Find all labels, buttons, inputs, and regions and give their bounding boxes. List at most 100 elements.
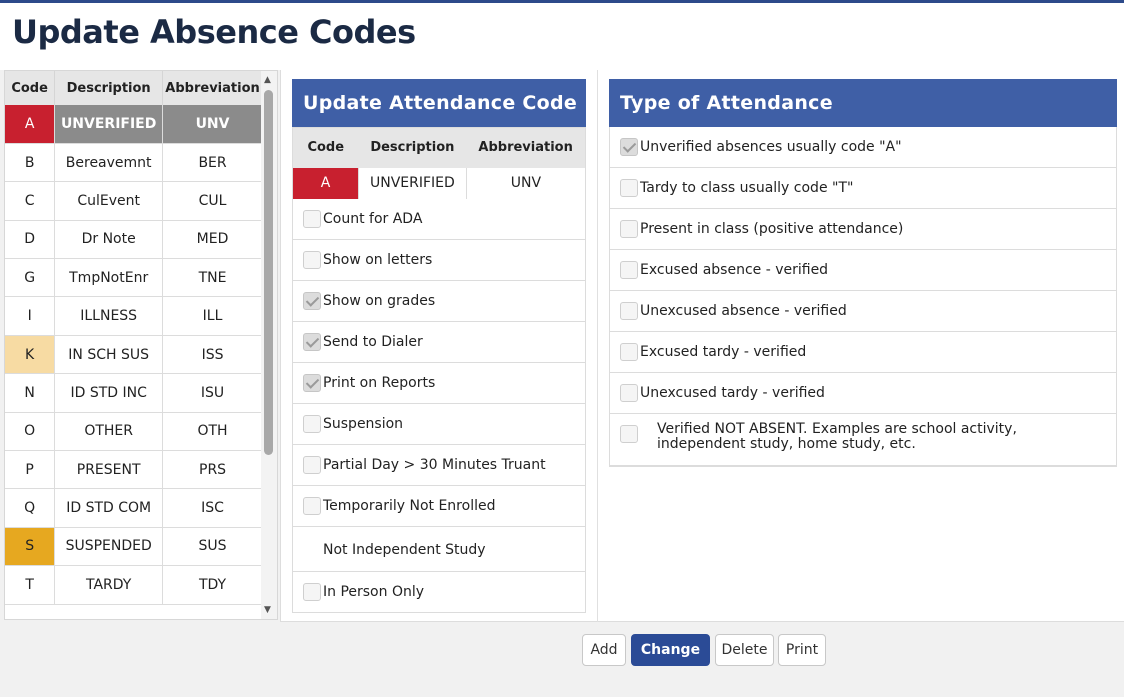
option-checkbox[interactable] [303,497,321,515]
type-panel-title: Type of Attendance [609,79,1117,127]
option-label: Not Independent Study [323,542,486,558]
column-header-abbreviation[interactable]: Abbreviation [162,71,263,105]
option-checkbox[interactable] [303,415,321,433]
attendance-type-checkbox[interactable] [620,302,638,320]
row-description: ID STD COM [54,488,164,528]
table-row[interactable]: B Bereavemnt BER [5,143,263,183]
table-row[interactable]: K IN SCH SUS ISS [5,335,263,375]
option-checkbox[interactable] [303,251,321,269]
attendance-type-label: Verified NOT ABSENT. Examples are school… [657,421,1017,452]
attendance-type-row[interactable]: Unexcused absence - verified [610,291,1116,332]
list-scrollbar[interactable]: ▲ ▼ [261,71,277,619]
row-abbreviation: TDY [162,565,263,605]
page-header: Update Absence Codes [0,3,1124,70]
option-checkbox[interactable] [303,333,321,351]
scroll-thumb[interactable] [264,90,273,455]
option-checkbox[interactable] [303,583,321,601]
attendance-type-row[interactable]: Excused tardy - verified [610,332,1116,373]
table-row[interactable]: P PRESENT PRS [5,450,263,490]
attendance-type-row[interactable]: Unverified absences usually code "A" [610,127,1116,168]
row-code: N [5,373,56,413]
column-header-code[interactable]: Code [5,71,56,105]
row-abbreviation: MED [162,220,263,260]
option-checkbox[interactable] [303,374,321,392]
table-row[interactable]: S SUSPENDED SUS [5,527,263,567]
row-description: Bereavemnt [54,143,164,183]
attendance-type-list: Unverified absences usually code "A" Tard… [609,127,1117,467]
attendance-type-checkbox[interactable] [620,384,638,402]
row-abbreviation: UNV [162,105,263,144]
option-row[interactable]: Count for ADA [293,199,585,240]
table-row[interactable]: Q ID STD COM ISC [5,488,263,528]
option-label: Send to Dialer [323,334,423,350]
row-abbreviation: PRS [162,450,263,490]
attendance-type-checkbox[interactable] [620,343,638,361]
option-row[interactable]: Send to Dialer [293,322,585,363]
current-code-table: Code Description Abbreviation A UNVERIFI… [292,127,586,200]
option-row[interactable]: Show on grades [293,281,585,322]
absence-code-list: Code Description Abbreviation A UNVERIFIE… [4,70,278,620]
row-code: I [5,296,56,336]
attendance-type-checkbox[interactable] [620,261,638,279]
row-code: B [5,143,56,183]
row-code: G [5,258,56,298]
table-row[interactable]: D Dr Note MED [5,220,263,260]
row-code: Q [5,488,56,528]
table-row[interactable]: C CulEvent CUL [5,181,263,221]
option-label: Show on letters [323,252,433,268]
attendance-options-list: Count for ADA Show on letters Show on grad… [292,199,586,613]
option-row[interactable]: Show on letters [293,240,585,281]
row-description: TARDY [54,565,164,605]
option-label: Suspension [323,416,404,432]
attendance-type-label: Excused absence - verified [640,262,829,278]
row-abbreviation: OTH [162,412,263,452]
scroll-up-arrow-icon[interactable]: ▲ [264,75,271,85]
table-row[interactable]: G TmpNotEnr TNE [5,258,263,298]
option-row[interactable]: Print on Reports [293,363,585,404]
table-row[interactable]: O OTHER OTH [5,412,263,452]
scroll-down-arrow-icon[interactable]: ▼ [264,605,271,615]
column-header-description[interactable]: Description [54,71,164,105]
attendance-type-row[interactable]: Present in class (positive attendance) [610,209,1116,250]
attendance-type-checkbox[interactable] [620,138,638,156]
attendance-type-checkbox[interactable] [620,220,638,238]
option-label: Show on grades [323,293,436,309]
row-description: ID STD INC [54,373,164,413]
attendance-type-label: Unexcused absence - verified [640,303,847,319]
option-checkbox[interactable] [303,292,321,310]
add-button[interactable]: Add [582,634,626,666]
table-row[interactable]: N ID STD INC ISU [5,373,263,413]
option-checkbox[interactable] [303,456,321,474]
row-abbreviation: BER [162,143,263,183]
option-checkbox[interactable] [303,210,321,228]
delete-button[interactable]: Delete [715,634,774,666]
option-row[interactable]: Suspension [293,404,585,445]
table-row[interactable]: A UNVERIFIED UNV [5,105,263,144]
change-button[interactable]: Change [631,634,710,666]
current-code-header-description: Description [358,127,467,168]
table-header-row: Code Description Abbreviation [5,71,263,105]
attendance-type-row[interactable]: Tardy to class usually code "T" [610,168,1116,209]
option-row[interactable]: In Person Only [293,572,585,612]
row-code: A [5,105,56,144]
print-button[interactable]: Print [778,634,826,666]
option-label: Partial Day > 30 Minutes Truant [323,457,546,473]
current-abbreviation-value[interactable]: UNV [466,168,585,200]
current-description-value[interactable]: UNVERIFIED [358,167,467,200]
attendance-type-row[interactable]: Verified NOT ABSENT. Examples are school… [610,414,1116,466]
option-row[interactable]: Partial Day > 30 Minutes Truant [293,445,585,486]
attendance-type-checkbox[interactable] [620,179,638,197]
option-row[interactable]: Temporarily Not Enrolled [293,486,585,527]
row-abbreviation: ILL [162,296,263,336]
table-row[interactable]: T TARDY TDY [5,565,263,605]
attendance-type-row[interactable]: Excused absence - verified [610,250,1116,291]
row-description: ILLNESS [54,296,164,336]
panel-divider [597,70,598,622]
current-code-header-row: Code Description Abbreviation [292,127,586,168]
option-row[interactable]: Not Independent Study [293,527,585,572]
attendance-type-checkbox[interactable] [620,425,638,443]
page-title: Update Absence Codes [12,13,416,51]
attendance-type-row[interactable]: Unexcused tardy - verified [610,373,1116,414]
table-row[interactable]: I ILLNESS ILL [5,296,263,336]
attendance-type-label: Tardy to class usually code "T" [640,180,854,196]
